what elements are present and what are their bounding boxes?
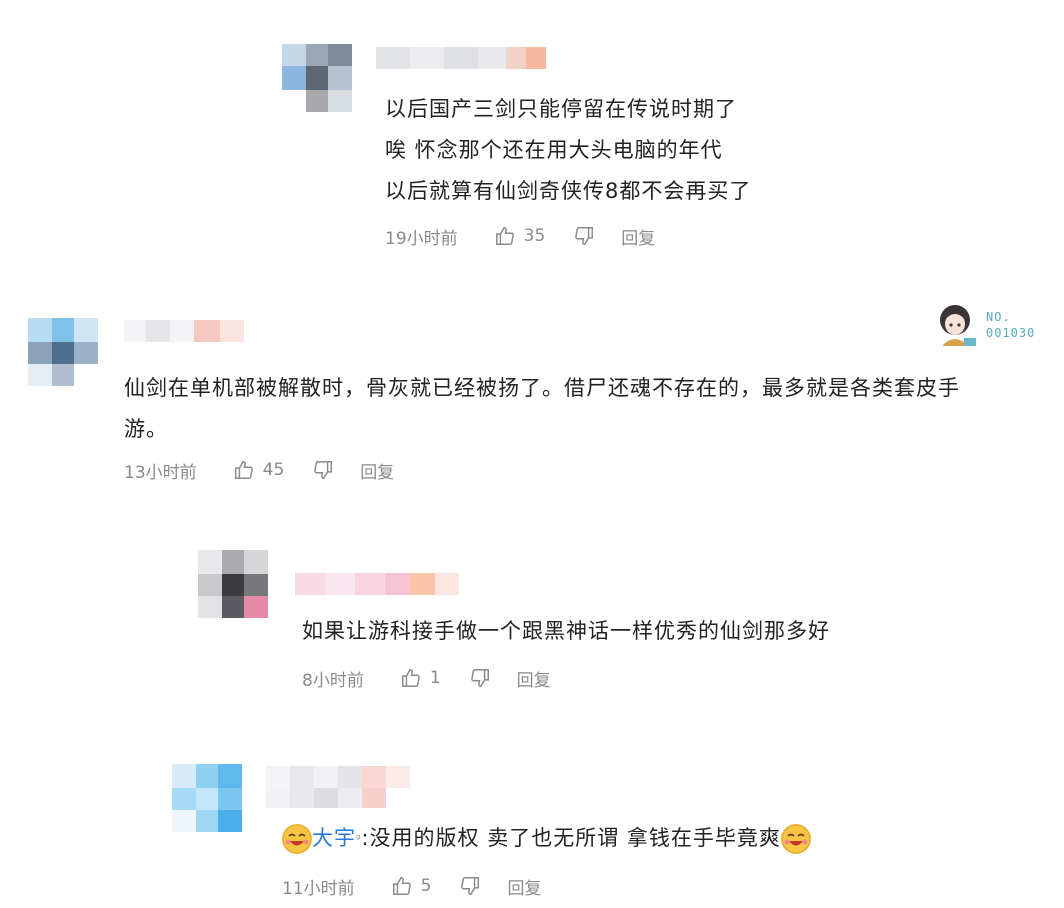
thumb-up-icon xyxy=(392,877,411,895)
comment-line: 唉 怀念那个还在用大头电脑的年代 xyxy=(385,138,723,162)
mention-link[interactable]: 大宇 xyxy=(312,826,356,850)
reply-button[interactable]: 回复 xyxy=(360,458,394,483)
timestamp: 11小时前 xyxy=(282,878,355,899)
laughing-emoji-icon xyxy=(282,824,312,854)
badge-line: 001030 xyxy=(986,326,1036,340)
username-blurred-2 xyxy=(266,788,410,808)
username-blurred[interactable] xyxy=(295,573,459,595)
username-blurred[interactable] xyxy=(124,320,244,342)
comment-line: :没用的版权 卖了也无所谓 拿钱在手毕竟爽 xyxy=(361,826,781,850)
comment-meta: 13小时前 45 回复 xyxy=(124,456,394,484)
like-count: 35 xyxy=(523,226,546,246)
comment-meta: 19小时前 35 回复 xyxy=(385,222,655,250)
avatar[interactable] xyxy=(282,44,354,116)
username-blurred[interactable] xyxy=(376,47,546,69)
like-count: 45 xyxy=(262,460,285,480)
badge-line: NO. xyxy=(986,310,1011,324)
like-button[interactable]: 1 xyxy=(400,667,441,689)
comment-meta: 11小时前 5 回复 xyxy=(282,872,541,900)
comment-meta: 8小时前 1 回复 xyxy=(302,664,551,692)
reply-button[interactable]: 回复 xyxy=(517,666,551,691)
like-count: 1 xyxy=(429,668,441,688)
anime-girl-avatar-icon xyxy=(940,305,976,346)
comment-text: 大宇ᵍ:没用的版权 卖了也无所谓 拿钱在手毕竟爽 xyxy=(282,818,811,859)
avatar[interactable] xyxy=(198,550,270,622)
thumb-down-icon xyxy=(314,461,333,479)
thumb-down-icon xyxy=(461,877,480,895)
dislike-button[interactable] xyxy=(573,225,595,247)
fan-badge[interactable]: NO. 001030 xyxy=(934,302,1054,350)
laughing-emoji-icon xyxy=(780,824,811,854)
like-button[interactable]: 45 xyxy=(233,459,285,481)
like-button[interactable]: 5 xyxy=(391,875,432,897)
dislike-button[interactable] xyxy=(459,875,481,897)
like-button[interactable]: 35 xyxy=(494,225,546,247)
like-count: 5 xyxy=(420,876,432,896)
comment-line: 如果让游科接手做一个跟黑神话一样优秀的仙剑那多好 xyxy=(302,619,830,643)
thumb-up-icon xyxy=(495,227,514,245)
dislike-button[interactable] xyxy=(469,667,491,689)
comment-text: 以后国产三剑只能停留在传说时期了 唉 怀念那个还在用大头电脑的年代 以后就算有仙… xyxy=(385,89,751,212)
timestamp: 19小时前 xyxy=(385,228,458,249)
thumb-up-icon xyxy=(234,461,253,479)
reply-button[interactable]: 回复 xyxy=(507,874,541,899)
username-blurred[interactable] xyxy=(266,766,410,788)
dislike-button[interactable] xyxy=(312,459,334,481)
timestamp: 8小时前 xyxy=(302,670,364,691)
timestamp: 13小时前 xyxy=(124,462,197,483)
avatar[interactable] xyxy=(28,318,100,390)
avatar[interactable] xyxy=(172,764,244,836)
thumb-down-icon xyxy=(575,227,594,245)
comment-line: 以后国产三剑只能停留在传说时期了 xyxy=(385,97,737,121)
comment-text: 如果让游科接手做一个跟黑神话一样优秀的仙剑那多好 xyxy=(302,611,830,652)
thumb-up-icon xyxy=(401,669,420,687)
reply-button[interactable]: 回复 xyxy=(621,224,655,249)
thumb-down-icon xyxy=(470,669,489,687)
badge-number: NO. 001030 xyxy=(986,309,1035,341)
comment-line: 以后就算有仙剑奇侠传8都不会再买了 xyxy=(385,179,752,203)
comment-text: 仙剑在单机部被解散时，骨灰就已经被扬了。借尸还魂不存在的，最多就是各类套皮手 游… xyxy=(124,368,960,450)
comment-line: 仙剑在单机部被解散时，骨灰就已经被扬了。借尸还魂不存在的，最多就是各类套皮手 xyxy=(124,376,960,400)
comment-line: 游。 xyxy=(124,417,168,441)
